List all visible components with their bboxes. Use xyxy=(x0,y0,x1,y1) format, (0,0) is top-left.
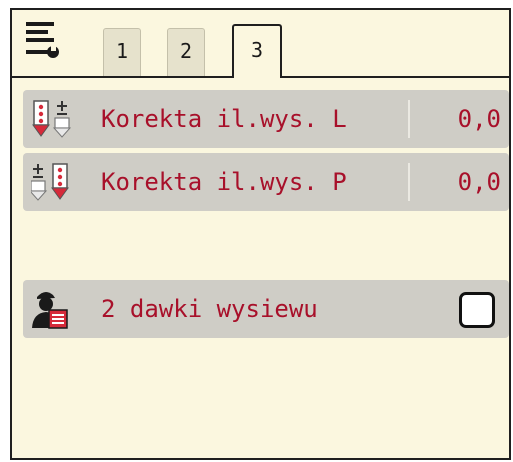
settings-screen: 1 2 3 Korekta il.wys. L 0,0 Korekta il.w… xyxy=(10,8,511,460)
tab-bar: 1 2 3 xyxy=(12,10,509,82)
operator-document-icon xyxy=(32,291,68,329)
rate-correction-left-icon xyxy=(32,100,72,138)
rate-correction-right-icon xyxy=(31,163,69,201)
two-application-rates-checkbox[interactable] xyxy=(459,292,495,328)
rate-correction-right-row[interactable]: Korekta il.wys. P 0,0 xyxy=(23,153,509,211)
rate-correction-left-row[interactable]: Korekta il.wys. L 0,0 xyxy=(23,90,509,148)
rate-correction-right-label: Korekta il.wys. P xyxy=(101,168,347,196)
tab-3[interactable]: 3 xyxy=(232,24,282,78)
rate-correction-right-value[interactable]: 0,0 xyxy=(458,153,501,211)
row-separator xyxy=(408,100,410,138)
rate-correction-left-value[interactable]: 0,0 xyxy=(458,90,501,148)
row-separator xyxy=(408,163,410,201)
settings-menu-icon[interactable] xyxy=(24,20,60,64)
tab-2[interactable]: 2 xyxy=(167,28,205,76)
tab-1[interactable]: 1 xyxy=(103,28,141,76)
rate-correction-left-label: Korekta il.wys. L xyxy=(101,105,347,133)
two-application-rates-row[interactable]: 2 dawki wysiewu xyxy=(23,280,509,338)
two-application-rates-label: 2 dawki wysiewu xyxy=(101,295,318,323)
